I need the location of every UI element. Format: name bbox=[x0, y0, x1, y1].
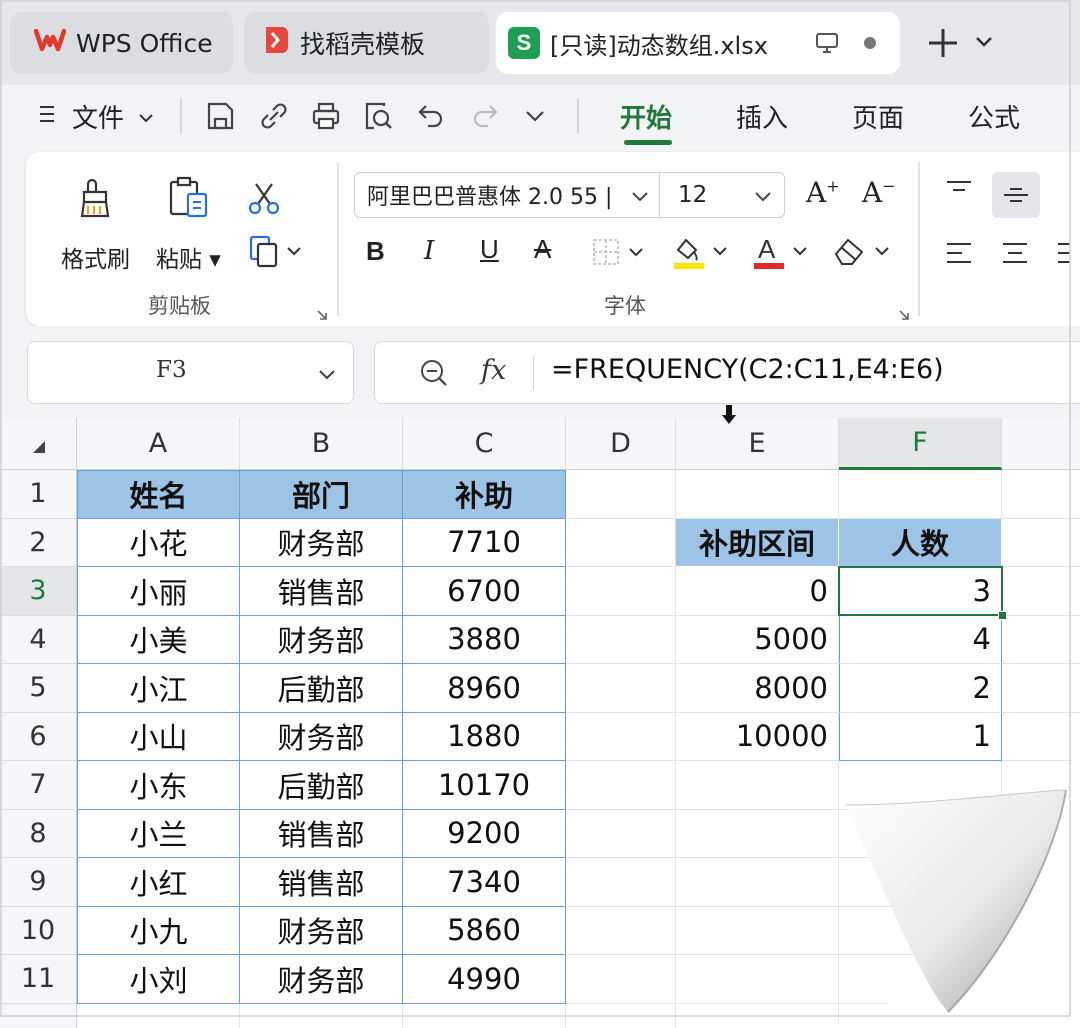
page-curl-decoration bbox=[0, 0, 1080, 1028]
page: WPS Office 找稻壳模板 S [只读]动态数组.xlsx 文件 开始 插… bbox=[0, 0, 1080, 1028]
